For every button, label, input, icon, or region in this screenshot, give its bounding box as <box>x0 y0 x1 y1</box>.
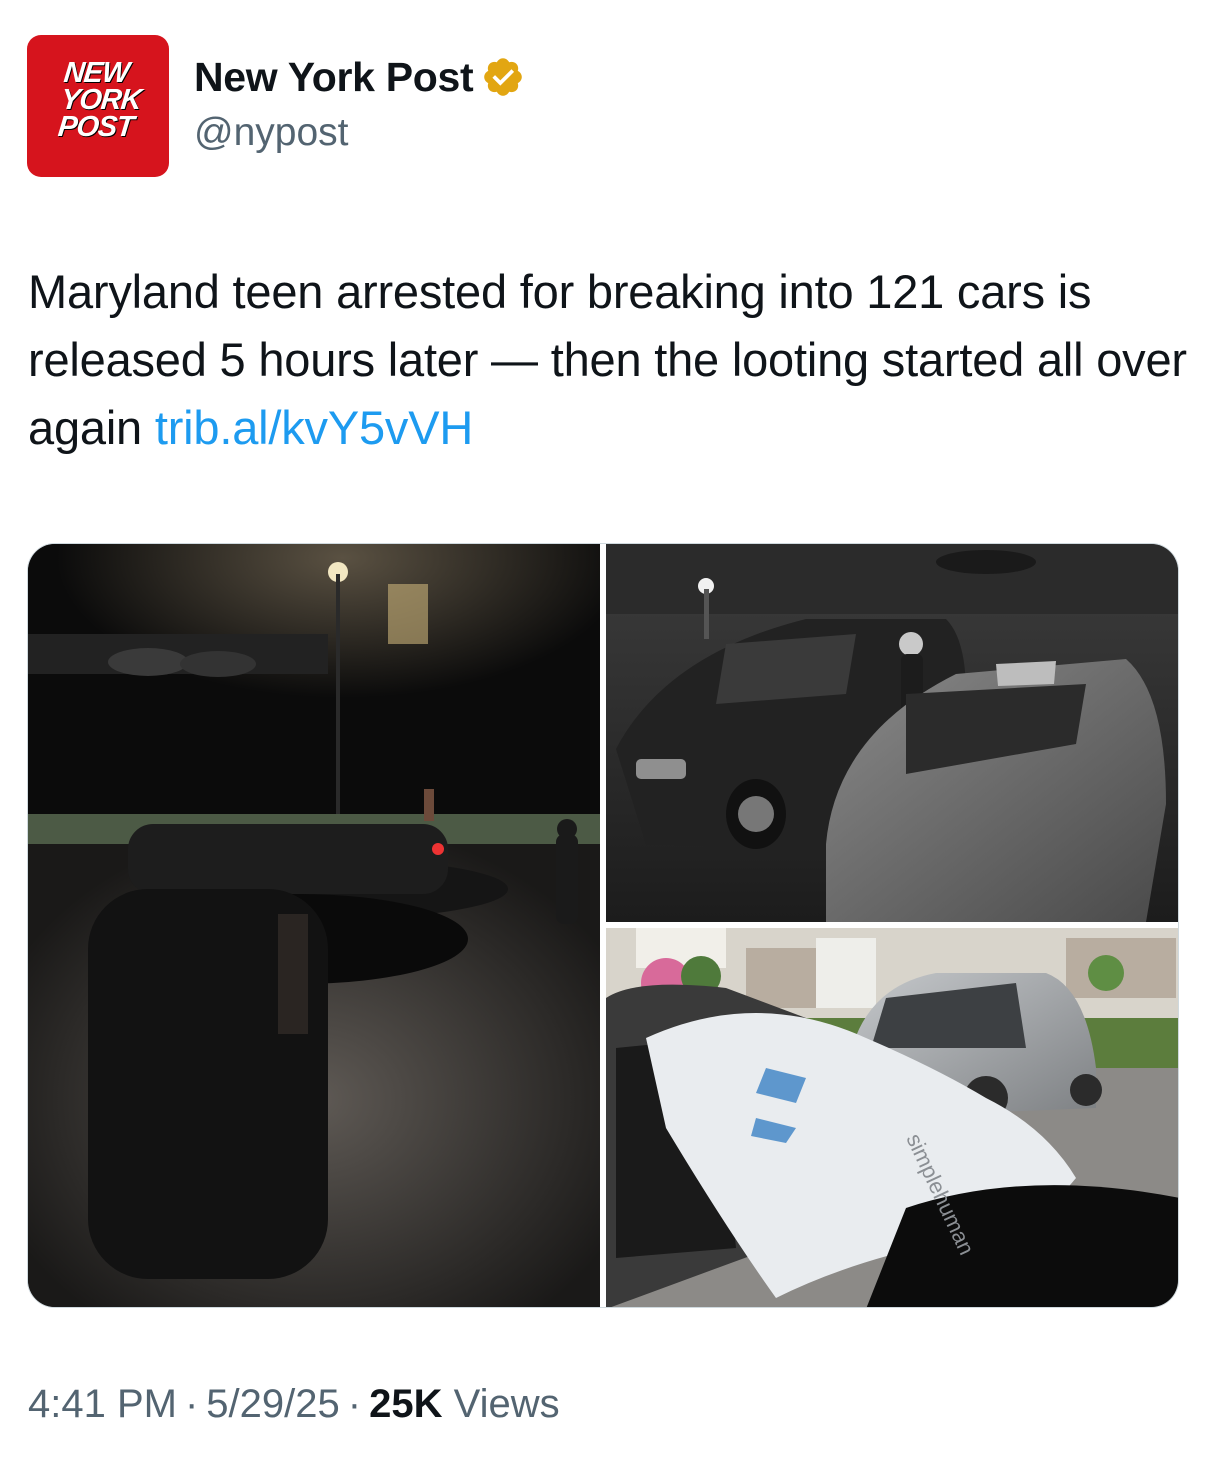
meta-separator-1: · <box>184 1382 199 1426</box>
media-grid: simplehuman <box>27 543 1179 1308</box>
views-count: 25K <box>369 1382 443 1426</box>
media-photo-night-parking-lot[interactable] <box>28 544 600 1307</box>
media-photo-broken-window[interactable]: simplehuman <box>606 928 1178 1307</box>
tweet-header: NEW YORK POST New York Post @nypost <box>27 35 1179 177</box>
meta-separator-2: · <box>347 1382 362 1426</box>
avatar-line-1: NEW <box>62 57 131 89</box>
tweet-link[interactable]: trib.al/kvY5vVH <box>155 401 473 454</box>
media-photo-security-camera[interactable] <box>606 544 1178 922</box>
avatar-logo-text: NEW YORK POST <box>56 57 145 143</box>
security-camera-image <box>606 544 1178 922</box>
tweet-meta: 4:41 PM · 5/29/25 · 25K Views <box>28 1382 560 1427</box>
tweet-date[interactable]: 5/29/25 <box>206 1382 339 1426</box>
author-handle[interactable]: @nypost <box>194 111 525 155</box>
avatar[interactable]: NEW YORK POST <box>27 35 169 177</box>
night-parking-lot-image <box>28 544 600 1307</box>
display-name[interactable]: New York Post <box>194 54 474 101</box>
tweet-time[interactable]: 4:41 PM <box>28 1382 177 1426</box>
tweet-text: Maryland teen arrested for breaking into… <box>28 258 1188 462</box>
verified-badge-icon <box>484 58 523 96</box>
avatar-line-2: YORK <box>59 84 143 116</box>
display-name-row: New York Post <box>194 49 525 105</box>
views-label: Views <box>453 1382 560 1426</box>
author-names: New York Post @nypost <box>194 49 525 155</box>
avatar-line-3: POST <box>56 111 135 143</box>
broken-window-image: simplehuman <box>606 928 1178 1307</box>
